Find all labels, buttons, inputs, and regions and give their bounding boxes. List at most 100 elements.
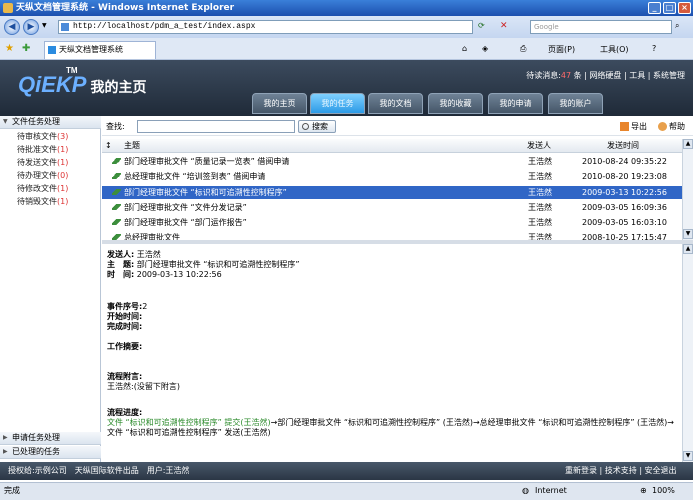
list-scrollbar[interactable]: ▲ ▼ xyxy=(682,139,693,240)
network-disk-link[interactable]: 网络硬盘 xyxy=(589,71,621,80)
back-icon[interactable]: ◀ xyxy=(4,19,20,35)
maximize-button[interactable]: □ xyxy=(663,2,676,14)
search-toolbar: 查找: 搜索 导出 帮助 xyxy=(102,116,693,136)
sidebar: ▼ 文件任务处理 待审核文件(3) 待批准文件(1) 待发送文件(1) 待办理文件… xyxy=(0,116,101,462)
scroll-down-icon[interactable]: ▼ xyxy=(683,451,693,461)
tab-applications[interactable]: 我的申请 xyxy=(488,93,543,114)
app-footer: 授权给:示例公司 天纵国际软件出品 用户:王浩然 重新登录 | 技术支持 | 安… xyxy=(0,462,693,480)
column-subject[interactable]: 主题 xyxy=(124,139,140,152)
edit-pencil-icon xyxy=(112,204,121,210)
sidebar-item-modify[interactable]: 待修改文件(1) xyxy=(17,183,68,194)
sidebar-section-processed[interactable]: ▶ 已处理的任务 xyxy=(0,446,101,459)
sidebar-item-destroy[interactable]: 待销毁文件(1) xyxy=(17,196,68,207)
table-row[interactable]: 部门经理审批文件 “文件分发记录” 王浩然 2009-03-05 16:09:36 xyxy=(102,201,682,214)
scroll-up-icon[interactable]: ▲ xyxy=(683,244,693,254)
favorites-star-icon[interactable]: ★ xyxy=(5,43,14,54)
url-input[interactable]: http://localhost/pdm_a_test/index.aspx xyxy=(58,20,473,34)
sidebar-item-handle[interactable]: 待办理文件(0) xyxy=(17,170,68,181)
sidebar-item-send[interactable]: 待发送文件(1) xyxy=(17,157,68,168)
refresh-icon[interactable]: ⟳ xyxy=(478,21,485,30)
detail-progress: 文件 “标识和可追溯性控制程序” 提交(王浩然)→部门经理审批文件 “标识和可追… xyxy=(107,418,677,438)
detail-progress-label: 流程进度: xyxy=(107,408,143,417)
search-box[interactable]: Google xyxy=(530,20,672,34)
table-row-selected[interactable]: 部门经理审批文件 “标识和可追溯性控制程序” 王浩然 2009-03-13 10:2… xyxy=(102,186,682,199)
table-row[interactable]: 部门经理审批文件 “质量记录一览表” 借阅申请 王浩然 2010-08-24 09:… xyxy=(102,155,682,168)
section-label: 文件任务处理 xyxy=(12,117,60,126)
detail-scrollbar[interactable]: ▲ ▼ xyxy=(682,244,693,462)
status-text: 完成 xyxy=(4,486,20,495)
sort-icon[interactable]: ↕ xyxy=(105,139,112,152)
tab-favorites[interactable]: 我的收藏 xyxy=(428,93,483,114)
search-button[interactable]: 搜索 xyxy=(298,120,336,133)
search-button-label: 搜索 xyxy=(312,122,328,131)
print-icon[interactable]: ⎙ xyxy=(520,44,526,54)
msg-count[interactable]: 47 xyxy=(561,71,571,80)
globe-icon: ◍ xyxy=(522,486,529,495)
detail-sender: 发送人: 王浩然 xyxy=(107,250,161,259)
tools-link[interactable]: 工具 xyxy=(629,71,645,80)
sidebar-section-applications[interactable]: ▶ 申请任务处理 xyxy=(0,432,101,445)
ie-icon xyxy=(3,3,13,13)
stop-icon[interactable]: ✕ xyxy=(500,21,508,31)
zoom-icon[interactable]: ⊕ xyxy=(640,483,647,499)
browser-tab[interactable]: 天纵文档管理系统 xyxy=(44,41,156,59)
search-go-icon[interactable]: ⌕ xyxy=(675,21,679,31)
window-title-bar: 天纵文档管理系统 - Windows Internet Explorer _ □… xyxy=(0,0,693,16)
logo-tm: TM xyxy=(66,66,78,75)
table-row[interactable]: 总经理审批文件 王浩然 2008-10-25 17:15:47 xyxy=(102,231,682,240)
search-input[interactable] xyxy=(137,120,295,133)
edit-pencil-icon xyxy=(112,189,121,195)
help-icon[interactable]: ? xyxy=(652,44,656,53)
scroll-up-icon[interactable]: ▲ xyxy=(683,139,693,149)
detail-seq: 事件序号:2 xyxy=(107,302,148,311)
footer-credits: 授权给:示例公司 天纵国际软件出品 用户:王浩然 xyxy=(8,466,190,475)
help-button[interactable]: 帮助 xyxy=(658,121,685,132)
progress-submitted: 文件 “标识和可追溯性控制程序” 提交(王浩然) xyxy=(107,418,271,427)
section-label: 申请任务处理 xyxy=(12,433,60,442)
forward-icon[interactable]: ▶ xyxy=(23,19,39,35)
detail-start-label: 开始时间: xyxy=(107,312,143,321)
favorites-bar: ★ ✚ 天纵文档管理系统 ⌂ ◈ ⎙ 页面(P) 工具(O) ? xyxy=(0,38,693,60)
tools-menu[interactable]: 工具(O) xyxy=(600,44,629,55)
scroll-down-icon[interactable]: ▼ xyxy=(683,229,693,239)
sidebar-item-review[interactable]: 待审核文件(3) xyxy=(17,131,68,142)
zoom-level[interactable]: 100% xyxy=(652,483,675,499)
sidebar-item-approve[interactable]: 待批准文件(1) xyxy=(17,144,68,155)
sidebar-section-file-tasks[interactable]: ▼ 文件任务处理 xyxy=(0,116,101,129)
column-time[interactable]: 发送时间 xyxy=(607,139,639,152)
tab-account[interactable]: 我的账户 xyxy=(548,93,603,114)
edit-pencil-icon xyxy=(112,158,121,164)
list-header: ↕ 主题 发送人 发送时间 xyxy=(102,139,682,153)
expand-icon: ▶ xyxy=(3,448,8,455)
tab-home[interactable]: 我的主页 xyxy=(252,93,307,114)
close-window-button[interactable]: × xyxy=(678,2,691,14)
table-row[interactable]: 部门经理审批文件 “部门运作报告” 王浩然 2009-03-05 16:03:10 xyxy=(102,216,682,229)
window-title: 天纵文档管理系统 - Windows Internet Explorer xyxy=(16,3,235,13)
tab-title: 天纵文档管理系统 xyxy=(59,45,123,54)
footer-links[interactable]: 重新登录 | 技术支持 | 安全退出 xyxy=(565,462,677,480)
system-admin-link[interactable]: 系统管理 xyxy=(653,71,685,80)
detail-end-label: 完成时间: xyxy=(107,322,143,331)
zone-text: Internet xyxy=(535,486,567,495)
add-favorites-icon[interactable]: ✚ xyxy=(22,43,30,54)
detail-subject: 主 题: 部门经理审批文件 “标识和可追溯性控制程序” xyxy=(107,260,300,269)
tab-my-docs[interactable]: 我的文档 xyxy=(368,93,423,114)
logo-title: 我的主页 xyxy=(90,79,147,95)
page-menu[interactable]: 页面(P) xyxy=(548,44,575,55)
minimize-button[interactable]: _ xyxy=(648,2,661,14)
search-icon xyxy=(302,123,309,130)
home-icon[interactable]: ⌂ xyxy=(462,44,467,53)
column-sender[interactable]: 发送人 xyxy=(527,139,551,152)
tab-my-tasks[interactable]: 我的任务 xyxy=(310,93,365,114)
feeds-icon[interactable]: ◈ xyxy=(482,44,488,53)
export-button[interactable]: 导出 xyxy=(620,121,647,132)
section-label: 已处理的任务 xyxy=(12,447,60,456)
task-list: 部门经理审批文件 “质量记录一览表” 借阅申请 王浩然 2010-08-24 09:… xyxy=(102,153,682,240)
page-icon xyxy=(61,23,69,31)
export-icon xyxy=(620,122,629,131)
detail-summary-label: 工作摘要: xyxy=(107,342,143,351)
history-dropdown-icon[interactable]: ▼ xyxy=(42,22,47,29)
table-row[interactable]: 总经理审批文件 “培训签到表” 借阅申请 王浩然 2010-08-20 19:23:… xyxy=(102,170,682,183)
expand-icon: ▶ xyxy=(3,434,8,441)
detail-pane: 发送人: 王浩然 主 题: 部门经理审批文件 “标识和可追溯性控制程序” 时 间… xyxy=(102,244,682,462)
